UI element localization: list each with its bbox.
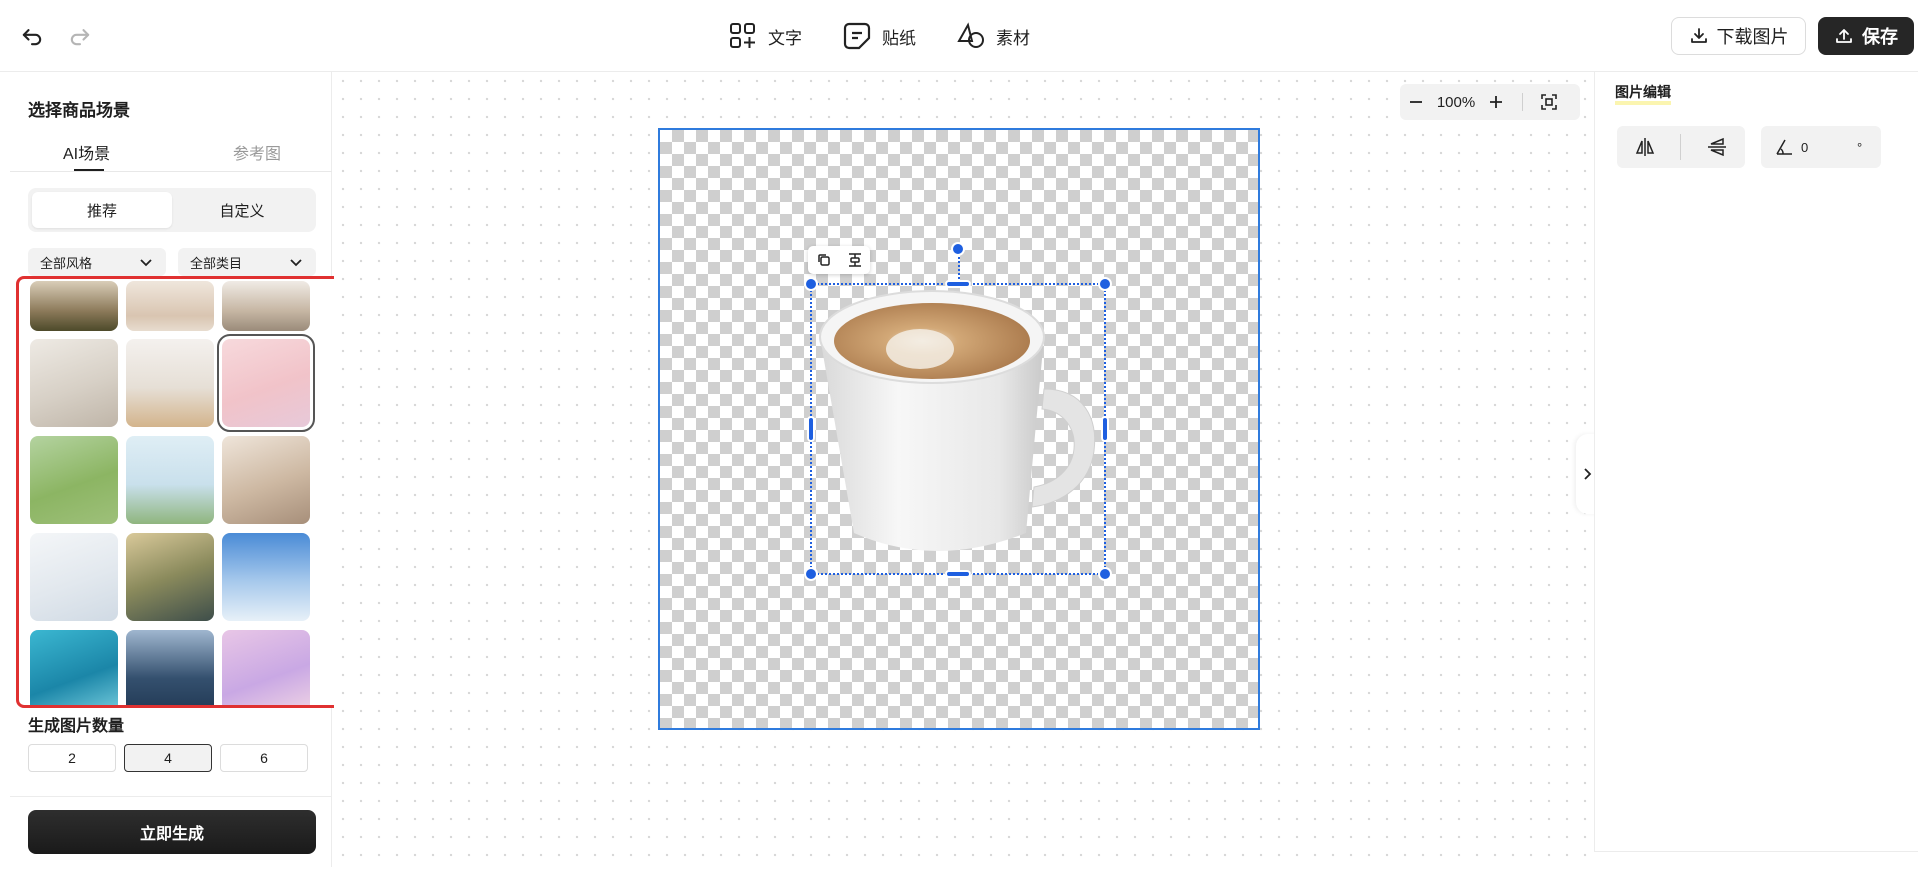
scene-thumbnail[interactable] [222, 436, 310, 524]
duplicate-button[interactable] [813, 249, 835, 271]
undo-icon [22, 29, 42, 46]
tab-reference[interactable]: 参考图 [233, 140, 281, 164]
scene-thumbnail[interactable] [126, 436, 214, 524]
scene-grid [16, 276, 344, 708]
copy-icon [817, 254, 830, 266]
generate-now-button[interactable]: 立即生成 [28, 810, 316, 854]
flip-vertical-icon [1708, 137, 1727, 157]
resize-handle-bottom-left[interactable] [804, 567, 818, 581]
resize-handle-right[interactable] [1101, 416, 1109, 442]
style-filter-dropdown[interactable]: 全部风格 [28, 248, 166, 276]
chevron-right-icon [1584, 468, 1592, 480]
element-mini-toolbar [808, 246, 870, 274]
divider [1522, 93, 1523, 111]
scene-thumbnail[interactable] [126, 533, 214, 621]
scene-thumbnail[interactable] [126, 630, 214, 705]
scene-thumbnail[interactable] [126, 281, 214, 331]
zoom-controls: 100% [1400, 84, 1580, 120]
save-button[interactable]: 保存 [1818, 17, 1914, 55]
divider [10, 796, 332, 797]
text-tool-button[interactable]: 文字 [728, 21, 802, 51]
scene-thumbnail[interactable] [30, 339, 118, 427]
image-count-title: 生成图片数量 [28, 718, 125, 735]
resize-handle-top-right[interactable] [1098, 277, 1112, 291]
sticker-tool-label: 贴纸 [882, 28, 916, 48]
download-label: 下载图片 [1716, 27, 1789, 47]
sticker-icon [843, 22, 871, 50]
segment-custom[interactable]: 自定义 [172, 192, 312, 228]
zoom-level: 100% [1436, 93, 1476, 111]
category-filter-dropdown[interactable]: 全部类目 [178, 248, 316, 276]
divider [1680, 134, 1682, 160]
segment-recommended[interactable]: 推荐 [32, 192, 172, 228]
undo-button[interactable] [14, 18, 50, 54]
image-count-options: 2 4 6 [28, 744, 308, 772]
rotation-control: 0 ° [1761, 126, 1881, 168]
fit-screen-button[interactable] [1533, 86, 1565, 118]
upload-icon [1836, 29, 1852, 43]
scene-thumbnail[interactable] [222, 533, 310, 621]
scene-thumbnail[interactable] [30, 630, 118, 705]
image-edit-panel: 图片编辑 0 ° [1594, 72, 1918, 852]
resize-handle-top[interactable] [945, 280, 971, 288]
resize-handle-bottom-right[interactable] [1098, 567, 1112, 581]
count-option-2[interactable]: 2 [28, 744, 116, 772]
material-tool-button[interactable]: 素材 [956, 21, 1030, 51]
text-tool-label: 文字 [768, 28, 802, 48]
flip-vertical-button[interactable] [1697, 131, 1737, 163]
scene-thumbnail[interactable] [222, 281, 310, 331]
scene-thumbnail[interactable] [30, 533, 118, 621]
align-button[interactable] [844, 249, 866, 271]
flip-controls [1617, 126, 1745, 168]
sticker-tool-button[interactable]: 贴纸 [842, 21, 916, 51]
scene-thumbnail[interactable] [30, 281, 118, 331]
fit-screen-icon [1541, 94, 1557, 110]
align-center-icon [848, 253, 861, 267]
tab-ai-scene[interactable]: AI场景 [63, 140, 110, 164]
resize-handle-left[interactable] [807, 416, 815, 442]
minus-icon [1410, 101, 1422, 103]
active-tab-indicator [74, 169, 104, 171]
redo-button[interactable] [62, 18, 98, 54]
count-option-4[interactable]: 4 [124, 744, 212, 772]
app-root: 文字 贴纸 素材 下载图片 保存 选择商品场景 AI场景 参考图 推荐 自定义 … [0, 0, 1918, 871]
chevron-down-icon [290, 259, 302, 267]
material-tool-label: 素材 [996, 28, 1030, 48]
scene-thumbnail[interactable] [222, 630, 310, 705]
material-icon [957, 22, 984, 48]
scene-source-toggle: 推荐 自定义 [28, 188, 316, 232]
scene-panel-title: 选择商品场景 [28, 101, 130, 120]
angle-icon [1776, 139, 1792, 155]
chevron-down-icon [140, 259, 152, 267]
scene-tabs: AI场景 参考图 [10, 132, 332, 172]
category-filter-value: 全部类目 [190, 255, 243, 271]
zoom-out-button[interactable] [1400, 86, 1432, 118]
scene-panel: 选择商品场景 AI场景 参考图 推荐 自定义 全部风格 全部类目 生成图片数量 … [10, 72, 344, 867]
text-icon [730, 23, 755, 48]
rotation-input[interactable]: 0 [1801, 140, 1857, 155]
top-toolbar: 文字 贴纸 素材 下载图片 保存 [0, 0, 1918, 72]
resize-handle-bottom[interactable] [945, 570, 971, 578]
degree-unit: ° [1857, 139, 1863, 155]
rotate-handle[interactable] [951, 242, 965, 256]
scene-thumbnail-selected[interactable] [217, 334, 315, 432]
selection-box [810, 283, 1106, 575]
flip-horizontal-icon [1635, 138, 1654, 156]
plus-icon [1490, 96, 1502, 108]
download-image-button[interactable]: 下载图片 [1671, 17, 1806, 55]
zoom-in-button[interactable] [1480, 86, 1512, 118]
download-icon [1690, 28, 1707, 43]
flip-horizontal-button[interactable] [1625, 131, 1665, 163]
count-option-6[interactable]: 6 [220, 744, 308, 772]
style-filter-value: 全部风格 [40, 255, 93, 271]
save-label: 保存 [1862, 27, 1898, 47]
scene-thumbnail[interactable] [30, 436, 118, 524]
resize-handle-top-left[interactable] [804, 277, 818, 291]
image-edit-title: 图片编辑 [1615, 84, 1671, 100]
redo-icon [70, 29, 90, 46]
scene-thumbnail[interactable] [126, 339, 214, 427]
insert-tools: 文字 贴纸 素材 [728, 16, 1030, 56]
